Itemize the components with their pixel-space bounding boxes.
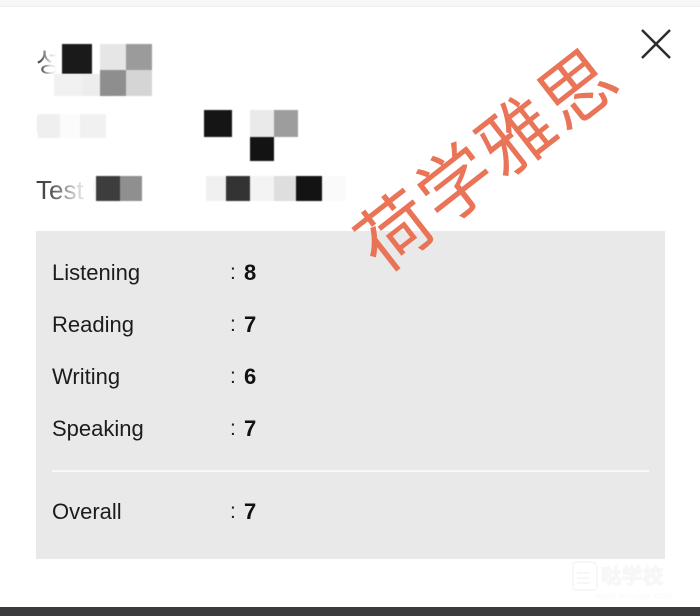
overall-row: Overall : 7 bbox=[52, 486, 665, 538]
score-label-listening: Listening bbox=[52, 260, 141, 285]
score-colon: : bbox=[230, 500, 236, 523]
corner-watermark-logo: 哒学校 bbox=[572, 560, 694, 592]
corner-watermark-url: www.houxue.com bbox=[596, 591, 673, 601]
score-list: Listening : 8 Reading : 7 Writing : 6 Sp… bbox=[52, 247, 665, 455]
thumbs-up-icon bbox=[572, 561, 598, 591]
mosaic-block-a bbox=[62, 44, 92, 74]
score-label-writing: Writing bbox=[52, 364, 121, 389]
mosaic-block-i bbox=[206, 176, 346, 201]
mosaic-block-f bbox=[250, 110, 298, 137]
score-value-listening: 8 bbox=[244, 260, 257, 285]
redacted-header: 성 l bbox=[36, 44, 636, 221]
score-label-reading: Reading bbox=[52, 312, 134, 337]
score-colon: : bbox=[230, 417, 236, 440]
table-row: Listening : 8 bbox=[52, 247, 665, 299]
corner-watermark-brand: 哒学校 bbox=[600, 564, 664, 588]
score-divider bbox=[52, 470, 649, 472]
score-colon: : bbox=[230, 261, 236, 284]
bottom-bar bbox=[0, 607, 700, 616]
mosaic-block-c bbox=[100, 44, 152, 96]
close-x-icon bbox=[641, 29, 671, 59]
table-row: Speaking : 7 bbox=[52, 403, 665, 455]
score-label-speaking: Speaking bbox=[52, 416, 144, 441]
score-label-overall: Overall bbox=[52, 499, 122, 524]
score-panel: Listening : 8 Reading : 7 Writing : 6 Sp… bbox=[36, 231, 665, 559]
top-edge-divider bbox=[0, 6, 700, 7]
score-colon: : bbox=[230, 365, 236, 388]
screenshot-root: 성 l bbox=[0, 0, 700, 616]
mosaic-block-h bbox=[96, 176, 142, 201]
mosaic-block-d bbox=[38, 114, 106, 138]
corner-watermark: 哒学校 www.houxue.com bbox=[572, 560, 694, 606]
table-row: Reading : 7 bbox=[52, 299, 665, 351]
table-row: Writing : 6 bbox=[52, 351, 665, 403]
score-value-overall: 7 bbox=[244, 499, 257, 524]
score-value-speaking: 7 bbox=[244, 416, 257, 441]
redacted-line-1-text: 성 bbox=[36, 48, 61, 78]
mosaic-block-g bbox=[250, 137, 274, 161]
score-value-writing: 6 bbox=[244, 364, 257, 389]
score-colon: : bbox=[230, 313, 236, 336]
mosaic-block-e bbox=[204, 110, 232, 137]
score-value-reading: 7 bbox=[244, 312, 257, 337]
close-button[interactable] bbox=[632, 20, 680, 68]
